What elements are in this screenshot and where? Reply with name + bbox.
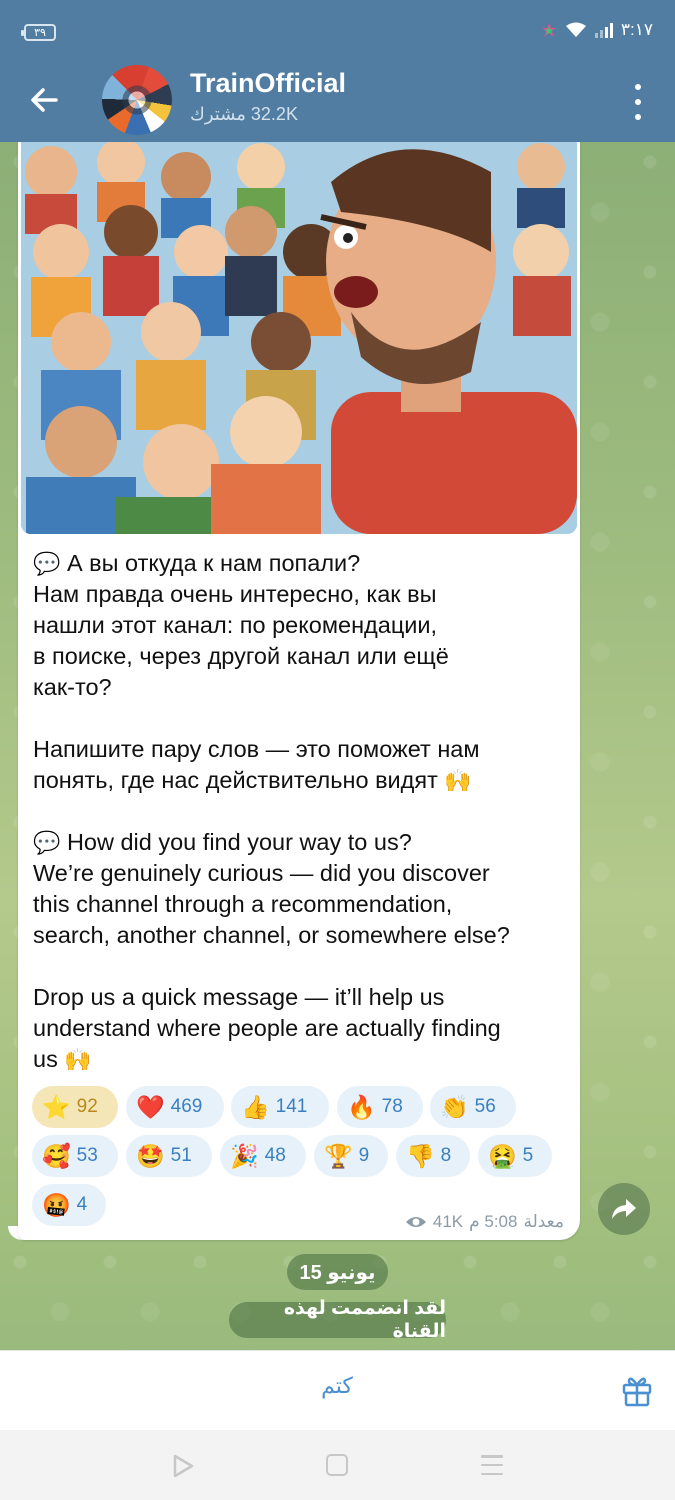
reaction-party[interactable]: 🎉 48 <box>220 1135 306 1177</box>
channel-avatar[interactable] <box>102 65 172 135</box>
reaction-cursing[interactable]: 🤬 4 <box>32 1184 106 1226</box>
views-icon <box>405 1217 426 1227</box>
nav-recents-icon[interactable] <box>481 1455 503 1475</box>
raised-hands-icon: 🙌 <box>64 1047 92 1072</box>
system-nav-bar <box>0 1430 675 1500</box>
speech-bubble-icon: 💬 <box>33 551 61 576</box>
status-icons: ٣:١٧ <box>541 20 653 40</box>
reaction-star-struck[interactable]: 🤩 51 <box>126 1135 212 1177</box>
post-text-en-intro: How did you find your way to us? <box>66 829 412 855</box>
fire-icon: 🔥 <box>347 1093 376 1120</box>
reaction-star[interactable]: ⭐ 92 <box>32 1086 118 1128</box>
reaction-count: 141 <box>275 1096 308 1117</box>
share-arrow-icon <box>612 1199 636 1219</box>
reaction-count: 56 <box>474 1096 496 1117</box>
reaction-thumbs-up[interactable]: 👍 141 <box>231 1086 329 1128</box>
view-count: 41K <box>432 1212 464 1231</box>
trophy-icon: 🏆 <box>324 1142 353 1169</box>
star-icon: ⭐ <box>42 1093 71 1120</box>
share-button[interactable] <box>598 1183 650 1235</box>
speech-bubble-icon: 💬 <box>33 830 61 855</box>
clap-icon: 👏 <box>440 1093 469 1120</box>
vomit-face-icon: 🤮 <box>488 1142 517 1169</box>
party-popper-icon: 🎉 <box>230 1142 259 1169</box>
back-button[interactable] <box>26 82 62 118</box>
reaction-fire[interactable]: 🔥 78 <box>337 1086 423 1128</box>
star-struck-icon: 🤩 <box>136 1142 165 1169</box>
post-text-en-cta: Drop us a quick message — it’ll help us … <box>33 984 501 1072</box>
thumbs-down-icon: 👎 <box>406 1142 435 1169</box>
more-options-button[interactable] <box>627 84 649 120</box>
reaction-count: 48 <box>264 1145 286 1166</box>
message-time: 5:08 م <box>469 1212 518 1231</box>
reaction-trophy[interactable]: 🏆 9 <box>314 1135 388 1177</box>
reaction-thumbs-down[interactable]: 👎 8 <box>396 1135 470 1177</box>
post-text: 💬 А вы откуда к нам попали? Нам правда о… <box>33 548 568 1075</box>
signal-icon <box>594 22 613 38</box>
nav-back-icon[interactable] <box>172 1454 194 1478</box>
reaction-count: 9 <box>358 1145 370 1166</box>
reaction-heart[interactable]: ❤️ 469 <box>126 1086 224 1128</box>
channel-title[interactable]: TrainOfficial <box>190 68 346 99</box>
clock: ٣:١٧ <box>620 20 653 39</box>
reaction-count: 92 <box>76 1096 98 1117</box>
joined-notice: لقد انضممت لهذه القناة <box>229 1298 446 1342</box>
reaction-clap[interactable]: 👏 56 <box>430 1086 516 1128</box>
reaction-smiling-hearts[interactable]: 🥰 53 <box>32 1135 118 1177</box>
post-text-ru-intro: А вы откуда к нам попали? <box>66 550 361 576</box>
battery-icon: ٣٩ <box>21 24 56 41</box>
smiling-hearts-icon: 🥰 <box>42 1142 71 1169</box>
message-meta: 41K 5:08 م معدلة <box>405 1212 564 1232</box>
reaction-count: 8 <box>440 1145 452 1166</box>
post-text-en-body: We’re genuinely curious — did you discov… <box>33 860 510 948</box>
subscriber-count: 32.2K مشترك <box>190 104 298 124</box>
raised-hands-icon: 🙌 <box>444 768 472 793</box>
cursing-face-icon: 🤬 <box>42 1191 71 1218</box>
nav-home-icon[interactable] <box>326 1454 348 1476</box>
reaction-count: 4 <box>76 1194 88 1215</box>
wifi-icon <box>565 22 586 37</box>
mute-button[interactable]: كتم <box>287 1373 387 1399</box>
thumbs-up-icon: 👍 <box>241 1093 270 1120</box>
status-bar: ٣٩ ٣:١٧ <box>0 0 675 62</box>
message-bubble[interactable]: 💬 А вы откуда к нам попали? Нам правда о… <box>18 142 580 1240</box>
date-separator: 15 يونيو <box>287 1254 388 1290</box>
post-image[interactable] <box>21 142 577 534</box>
post-text-ru-body: Нам правда очень интересно, как вы нашли… <box>33 581 449 700</box>
app-notification-icon <box>541 23 556 37</box>
gift-icon[interactable] <box>620 1373 654 1407</box>
battery-level: ٣٩ <box>34 27 46 39</box>
bottom-bar: كتم <box>0 1350 675 1430</box>
reaction-count: 51 <box>170 1145 192 1166</box>
heart-icon: ❤️ <box>136 1093 165 1120</box>
channel-header: TrainOfficial 32.2K مشترك <box>0 62 675 142</box>
reaction-count: 78 <box>381 1096 403 1117</box>
reaction-count: 469 <box>170 1096 203 1117</box>
reaction-count: 53 <box>76 1145 98 1166</box>
crowd-illustration <box>21 142 577 534</box>
edited-label: معدلة <box>523 1212 564 1231</box>
reaction-count: 5 <box>522 1145 534 1166</box>
post-text-ru-cta: Напишите пару слов — это поможет нам пон… <box>33 736 480 793</box>
reaction-vomit[interactable]: 🤮 5 <box>478 1135 552 1177</box>
